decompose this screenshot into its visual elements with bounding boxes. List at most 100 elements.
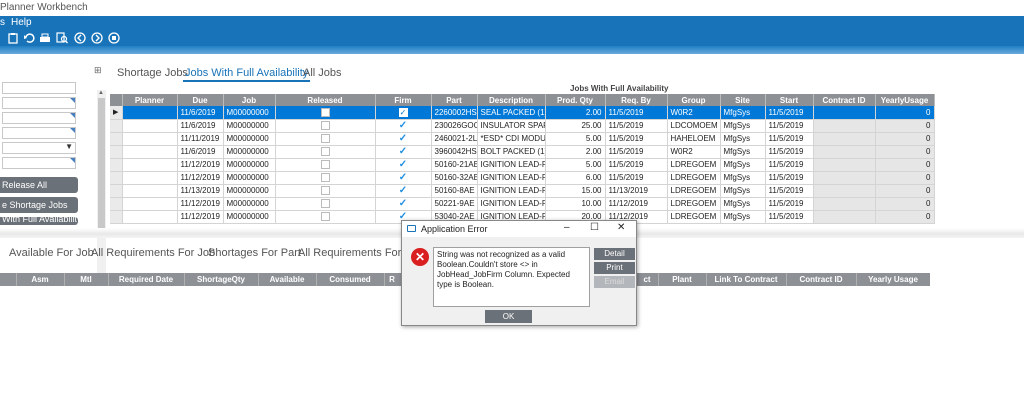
cell-contract-id[interactable] [813,145,876,159]
cell-part[interactable]: 2460021-2L [431,132,478,146]
cell-contract-id[interactable] [813,158,876,172]
menu-item-actions[interactable]: s [0,17,5,28]
cell-job[interactable]: M00000000 [223,184,276,198]
col-available[interactable]: Available [258,275,316,284]
firm-check-icon[interactable]: ✓ [399,146,407,157]
cell-site[interactable]: MfgSys [720,184,766,198]
row-indicator[interactable] [110,158,123,172]
cell-job[interactable]: M00000000 [223,197,276,211]
filter-field-2[interactable] [2,97,76,109]
col-yearly-usage[interactable]: YearlyUsage [875,94,935,106]
cell-released[interactable] [275,197,376,211]
print-preview-icon[interactable] [56,32,68,44]
released-checkbox[interactable] [320,107,330,117]
cell-part[interactable]: 230026GOO [431,119,478,133]
cell-released[interactable] [275,106,376,120]
cell-start[interactable]: 11/5/2019 [765,210,814,224]
cell-released[interactable] [275,158,376,172]
cell-prod-qty[interactable]: 2.00 [545,106,606,120]
cell-firm[interactable]: ✓ [375,171,432,185]
cell-site[interactable]: MfgSys [720,106,766,120]
cell-planner[interactable] [122,197,178,211]
scrollbar-thumb[interactable] [98,98,105,233]
row-indicator[interactable] [110,119,123,133]
cell-group[interactable]: HAHELOEM [667,132,721,146]
cell-part[interactable]: 3960042HS [431,145,478,159]
cell-contract-id[interactable] [813,210,876,224]
cell-start[interactable]: 11/5/2019 [765,171,814,185]
cell-firm[interactable]: ✓ [375,197,432,211]
cell-group[interactable]: LDCOMOEM [667,119,721,133]
cell-contract-id[interactable] [813,132,876,146]
row-indicator[interactable] [110,184,123,198]
cell-job[interactable]: M00000000 [223,171,276,185]
cell-start[interactable]: 11/5/2019 [765,132,814,146]
scroll-up-icon[interactable]: ▲ [98,90,104,96]
cell-group[interactable]: W0R2 [667,145,721,159]
print-button[interactable]: Print [594,262,635,274]
cell-req-by[interactable]: 11/5/2019 [605,145,668,159]
cell-yearly-usage[interactable]: 0 [875,145,935,159]
cell-prod-qty[interactable]: 5.00 [545,158,606,172]
print-icon[interactable] [39,32,51,44]
col-due[interactable]: Due [177,94,224,106]
col-firm[interactable]: Firm [375,94,432,106]
cell-prod-qty[interactable]: 15.00 [545,184,606,198]
tab-shortages-for-part[interactable]: Shortages For Part [208,247,301,259]
tab-jobs-full-availability[interactable]: Jobs With Full Availability [183,67,311,82]
cell-due[interactable]: 11/12/2019 [177,197,224,211]
filter-field-3[interactable] [2,112,76,124]
cell-prod-qty[interactable]: 6.00 [545,171,606,185]
firm-check-icon[interactable]: ✓ [399,198,407,209]
chevron-down-icon[interactable]: ▼ [65,142,73,151]
cell-description[interactable]: SEAL PACKED (1) [477,106,546,120]
cell-firm[interactable]: ✓ [375,145,432,159]
filter-field-1[interactable] [2,82,76,94]
col-released[interactable]: Released [275,94,376,106]
cell-job[interactable]: M00000000 [223,106,276,120]
cell-part[interactable]: 2260002HS [431,106,478,120]
col-description[interactable]: Description [477,94,546,106]
cell-job[interactable]: M00000000 [223,119,276,133]
cell-firm[interactable]: ✓ [375,158,432,172]
firm-check-icon[interactable]: ✓ [399,159,407,170]
tab-shortage-jobs[interactable]: Shortage Jobs [117,67,188,79]
cell-contract-id[interactable] [813,184,876,198]
table-row[interactable]: 11/6/2019 M00000000 ✓ 3960042HS BOLT PACKED … [110,145,935,159]
cell-description[interactable]: IGNITION LEAD-P [477,158,546,172]
forward-icon[interactable] [91,32,103,44]
cell-released[interactable] [275,145,376,159]
cell-prod-qty[interactable]: 10.00 [545,197,606,211]
col-job[interactable]: Job [223,94,276,106]
col-prod-qty[interactable]: Prod. Qty [545,94,606,106]
col-site[interactable]: Site [720,94,766,106]
refresh-icon[interactable] [108,32,120,44]
cell-planner[interactable] [122,210,178,224]
cell-description[interactable]: IGNITION LEAD-P [477,184,546,198]
cell-planner[interactable] [122,119,178,133]
cell-group[interactable]: LDREGOEM [667,210,721,224]
cell-released[interactable] [275,171,376,185]
pin-icon[interactable]: ⊞ [94,65,102,76]
cell-start[interactable]: 11/5/2019 [765,119,814,133]
released-checkbox[interactable] [320,134,330,144]
tab-all-jobs[interactable]: All Jobs [303,67,342,79]
released-checkbox[interactable] [320,147,330,157]
cell-released[interactable] [275,132,376,146]
cell-due[interactable]: 11/12/2019 [177,158,224,172]
cell-part[interactable]: 50160-32AE [431,171,478,185]
col-ct[interactable]: ct [637,275,657,284]
cell-description[interactable]: IGNITION LEAD-P [477,171,546,185]
cell-group[interactable]: LDREGOEM [667,197,721,211]
col-yearly-usage-bottom[interactable]: Yearly Usage [856,275,930,284]
cell-yearly-usage[interactable]: 0 [875,210,935,224]
row-indicator[interactable] [110,171,123,185]
back-icon[interactable] [74,32,86,44]
cell-group[interactable]: LDREGOEM [667,158,721,172]
cell-released[interactable] [275,210,376,224]
cell-req-by[interactable]: 11/5/2019 [605,119,668,133]
table-row[interactable]: 11/12/2019 M00000000 ✓ 50160-32AE IGNITION L… [110,171,935,185]
cell-released[interactable] [275,184,376,198]
col-req-by[interactable]: Req. By [605,94,668,106]
firm-check-icon[interactable]: ✓ [399,133,407,144]
